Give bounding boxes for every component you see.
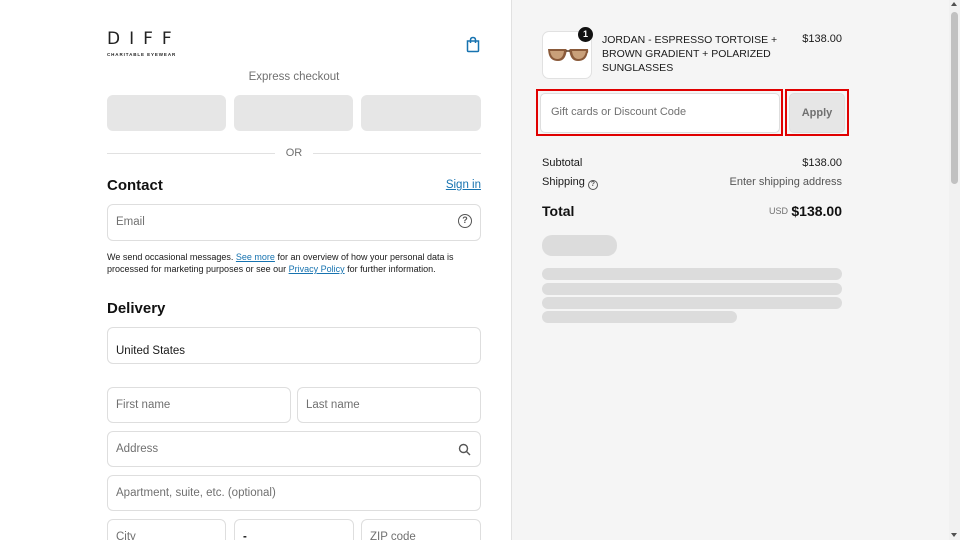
zip-field[interactable]: ZIP code [361, 519, 481, 540]
state-value: - [243, 531, 247, 540]
privacy-policy-link[interactable]: Privacy Policy [289, 264, 345, 274]
country-value: United States [116, 345, 186, 357]
page-scrollbar[interactable] [949, 0, 960, 540]
express-pay-button-1[interactable] [107, 95, 226, 131]
address-field[interactable]: Address [107, 431, 481, 467]
address-placeholder: Address [116, 443, 159, 455]
brand-logo[interactable]: DIFF CHARITABLE EYEWEAR [107, 30, 187, 57]
loading-placeholder-line-1 [542, 268, 842, 280]
help-icon[interactable]: ? [458, 214, 472, 228]
apartment-field[interactable]: Apartment, suite, etc. (optional) [107, 475, 481, 511]
subtotal-value: $138.00 [802, 157, 842, 169]
apartment-placeholder: Apartment, suite, etc. (optional) [116, 487, 276, 499]
subtotal-label: Subtotal [542, 157, 583, 169]
quantity-badge: 1 [578, 27, 593, 42]
loading-placeholder-pill [542, 235, 617, 256]
subtotal-row: Subtotal $138.00 [542, 157, 842, 171]
shipping-value: Enter shipping address [729, 176, 842, 188]
highlight-box-apply [785, 89, 849, 136]
shipping-row: Shipping? Enter shipping address [542, 176, 842, 190]
state-select[interactable]: - [234, 519, 354, 540]
delivery-heading: Delivery [107, 300, 166, 317]
sunglasses-icon [548, 49, 589, 61]
loading-placeholder-line-2 [542, 283, 842, 295]
marketing-notice: We send occasional messages. See more fo… [107, 252, 454, 274]
express-pay-button-2[interactable] [234, 95, 353, 131]
total-value: $138.00 [791, 203, 842, 219]
shipping-label: Shipping [542, 176, 585, 188]
scroll-up-icon[interactable] [951, 2, 957, 6]
product-name: JORDAN - ESPRESSO TORTOISE + BROWN GRADI… [602, 34, 778, 74]
see-more-link[interactable]: See more [236, 252, 275, 262]
total-currency: USD [768, 206, 788, 216]
shipping-help-icon[interactable]: ? [587, 180, 598, 190]
loading-placeholder-line-3 [542, 297, 842, 309]
country-select[interactable]: United States [107, 327, 481, 364]
sign-in-link[interactable]: Sign in [440, 179, 481, 191]
email-field[interactable]: Email ? [107, 204, 481, 241]
scrollbar-thumb[interactable] [951, 12, 958, 184]
first-name-placeholder: First name [116, 399, 171, 411]
checkout-form-panel: DIFF CHARITABLE EYEWEAR Express checkout… [0, 0, 511, 540]
email-placeholder: Email [116, 216, 145, 228]
contact-heading: Contact [107, 177, 163, 194]
city-placeholder: City [116, 531, 136, 540]
total-label: Total [542, 203, 575, 219]
search-icon [458, 443, 471, 456]
last-name-field[interactable]: Last name [297, 387, 481, 423]
city-field[interactable]: City [107, 519, 226, 540]
product-price: $138.00 [802, 33, 842, 45]
or-divider: OR [107, 147, 481, 161]
first-name-field[interactable]: First name [107, 387, 291, 423]
scroll-down-icon[interactable] [951, 533, 957, 537]
express-checkout-label: Express checkout [248, 71, 340, 83]
loading-placeholder-line-4 [542, 311, 737, 323]
last-name-placeholder: Last name [306, 399, 360, 411]
highlight-box-discount [536, 89, 783, 136]
brand-name: DIFF [107, 29, 181, 49]
brand-tagline: CHARITABLE EYEWEAR [107, 52, 177, 57]
shopping-bag-icon[interactable] [465, 36, 481, 53]
zip-placeholder: ZIP code [370, 531, 416, 540]
express-pay-button-3[interactable] [361, 95, 481, 131]
